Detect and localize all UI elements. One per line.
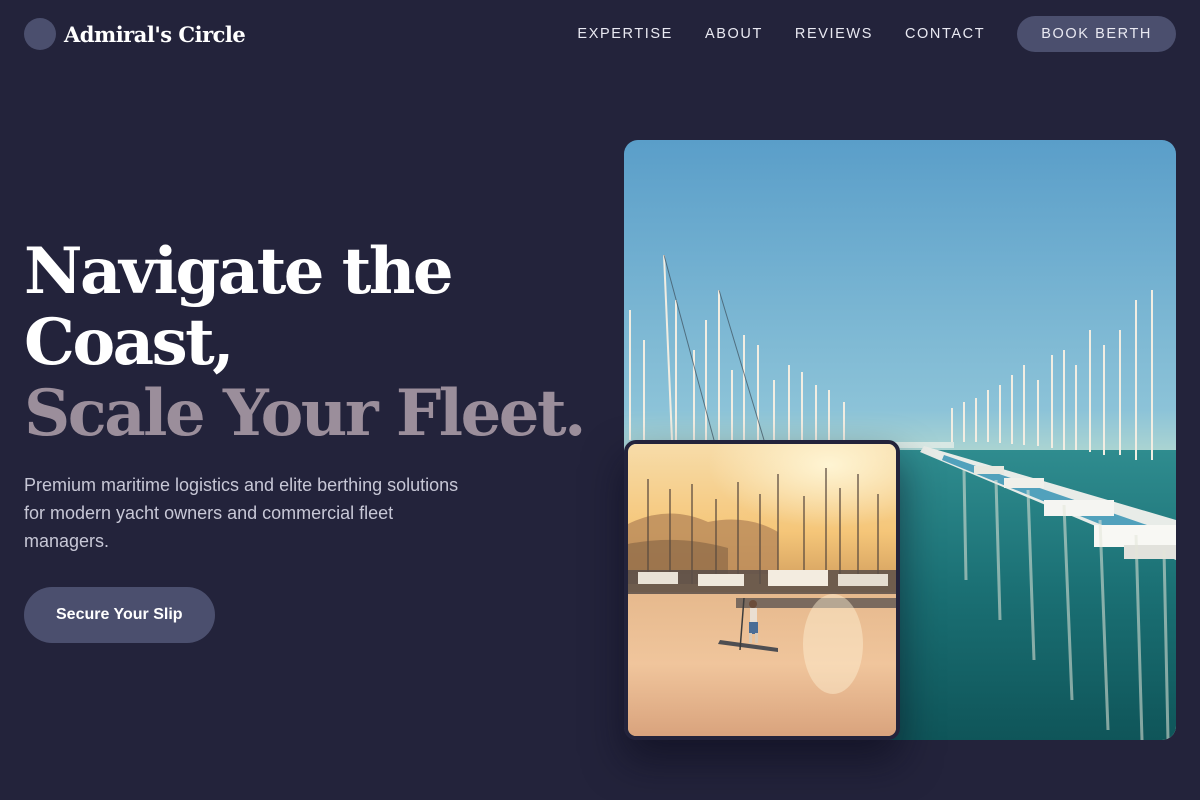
sunset-photo-illustration: [628, 444, 896, 736]
main-nav: EXPERTISE ABOUT REVIEWS CONTACT BOOK BER…: [577, 16, 1176, 52]
brand[interactable]: Admiral's Circle: [24, 18, 246, 50]
secure-slip-button[interactable]: Secure Your Slip: [24, 587, 215, 643]
site-header: Admiral's Circle EXPERTISE ABOUT REVIEWS…: [24, 16, 1176, 52]
sunset-paddleboard-photo: [624, 440, 900, 740]
landing-page: Admiral's Circle EXPERTISE ABOUT REVIEWS…: [0, 0, 1200, 800]
nav-link-contact[interactable]: CONTACT: [905, 26, 985, 42]
circle-logo-icon: [24, 18, 56, 50]
hero-subtext: Premium maritime logistics and elite ber…: [24, 475, 459, 551]
headline-accent: Scale Your Fleet.: [24, 376, 586, 451]
hero-headline: Navigate the Coast, Scale Your Fleet.: [24, 236, 594, 449]
brand-name: Admiral's Circle: [64, 21, 246, 47]
nav-link-about[interactable]: ABOUT: [705, 26, 763, 42]
hero-copy: Navigate the Coast, Scale Your Fleet. Pr…: [24, 236, 594, 643]
book-berth-button[interactable]: BOOK BERTH: [1017, 16, 1176, 52]
nav-link-reviews[interactable]: REVIEWS: [795, 26, 873, 42]
headline-line-1: Navigate the: [24, 234, 454, 309]
headline-line-2: Coast,: [24, 305, 234, 380]
nav-link-expertise[interactable]: EXPERTISE: [577, 26, 673, 42]
